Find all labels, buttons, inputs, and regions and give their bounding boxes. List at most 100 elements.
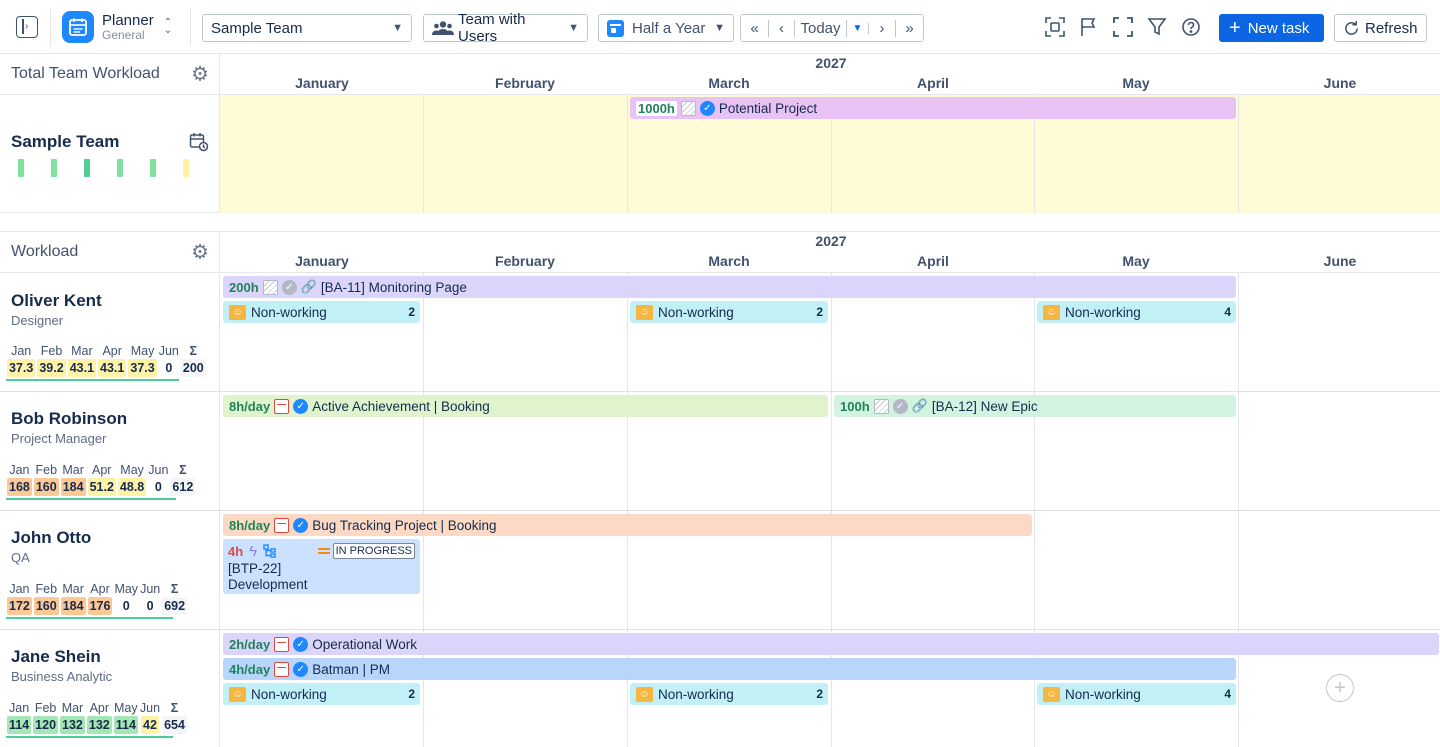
workload-value: 43.1: [67, 359, 97, 377]
non-working-count: 2: [408, 687, 415, 701]
today-dropdown-button[interactable]: ▼: [847, 22, 869, 34]
team-load-apr: [117, 159, 123, 177]
filter-button[interactable]: [1145, 15, 1169, 39]
non-working-count: 2: [408, 305, 415, 319]
task-key: [BTP-22]: [228, 561, 282, 576]
workload-section: Workload ⚙ 2027 January February March A…: [0, 231, 1440, 747]
month-abbr: May: [120, 463, 144, 477]
month-abbr: Apr: [90, 582, 110, 596]
refresh-button[interactable]: Refresh: [1334, 14, 1427, 42]
month-abbr: May: [114, 582, 139, 596]
bar-hours: 8h/day: [229, 398, 271, 414]
task-card[interactable]: 4h ϟ IN PROGRESS [BTP-22] Development: [223, 539, 420, 594]
refresh-icon: [1345, 20, 1358, 35]
bar-label: [BA-11] Monitoring Page: [320, 279, 467, 295]
last-period-button[interactable]: »: [896, 20, 923, 37]
planner-switcher[interactable]: Planner General ⌃ ⌄: [62, 11, 172, 43]
view-select-value: Team with Users: [458, 11, 526, 45]
fullscreen-button[interactable]: [1111, 15, 1135, 39]
help-icon: [1182, 18, 1200, 36]
milestones-button[interactable]: [1077, 15, 1101, 39]
period-select[interactable]: Half a Year ▼: [598, 14, 734, 42]
month-abbr: Jun: [140, 582, 161, 596]
non-working-count: 4: [1224, 305, 1231, 319]
task-bar[interactable]: 200h ✓ 🔗 [BA-11] Monitoring Page: [223, 276, 1236, 298]
non-working-bar[interactable]: ☺ Non-working 2: [223, 683, 420, 705]
month-abbr: Jun: [158, 344, 179, 358]
team-select[interactable]: Sample Team ▼: [202, 14, 412, 42]
workload-value: 120: [33, 716, 59, 734]
month-abbr: Mar: [62, 582, 84, 596]
gear-icon[interactable]: ⚙: [191, 240, 209, 265]
non-working-bar[interactable]: ☺ Non-working 2: [223, 301, 420, 323]
bar-label: Operational Work: [312, 636, 417, 652]
workload-value: 0: [165, 361, 173, 375]
date-navigation: « ‹ Today ▼ › »: [740, 14, 924, 42]
team-name: Sample Team: [11, 132, 120, 151]
potential-project-bar[interactable]: 1000h ✓ Potential Project: [630, 97, 1236, 119]
team-calendar-icon[interactable]: [189, 132, 209, 155]
workload-underline: [6, 736, 173, 738]
sigma-label: Σ: [170, 582, 179, 596]
person-name[interactable]: Bob Robinson: [11, 409, 127, 429]
chevron-down-icon: ▼: [714, 22, 725, 34]
chevron-left-icon: ‹: [779, 19, 784, 37]
month-abbr: Jun: [139, 701, 161, 715]
month-label: February: [495, 253, 555, 269]
non-working-count: 2: [816, 687, 823, 701]
team-load-mar: [84, 159, 90, 177]
month-label: May: [1122, 253, 1150, 269]
link-icon: 🔗: [300, 279, 317, 294]
first-period-button[interactable]: «: [741, 19, 769, 37]
workload-value: 176: [87, 597, 113, 615]
person-workload-table: Jan 37.3 Feb 39.2 Mar 43.1 Apr 43.1 May 37.3 …: [6, 343, 207, 377]
add-task-button[interactable]: +: [1326, 674, 1354, 702]
month-abbr: Mar: [71, 344, 93, 358]
epic-icon: [873, 398, 889, 414]
team-workload-title: Total Team Workload: [11, 65, 160, 82]
sidebar-toggle-button[interactable]: ›: [16, 16, 38, 38]
bar-label: Non-working: [251, 304, 327, 320]
non-working-bar[interactable]: ☺ Non-working 4: [1037, 683, 1236, 705]
person-role: Business Analytic: [11, 669, 113, 684]
month-abbr: Apr: [92, 463, 112, 477]
view-select[interactable]: Team with Users ▼: [423, 11, 588, 45]
person-name[interactable]: John Otto: [11, 528, 91, 548]
today-button[interactable]: Today: [795, 19, 847, 37]
help-button[interactable]: [1179, 15, 1203, 39]
non-working-bar[interactable]: ☺ Non-working 2: [630, 301, 828, 323]
non-working-bar[interactable]: ☺ Non-working 2: [630, 683, 828, 705]
gear-icon[interactable]: ⚙: [191, 62, 209, 87]
month-label: February: [495, 75, 555, 91]
booking-icon: [274, 636, 290, 652]
focus-button[interactable]: [1043, 15, 1067, 39]
bar-label: Non-working: [658, 686, 734, 702]
person-name[interactable]: Jane Shein: [11, 647, 101, 667]
bar-label: Non-working: [658, 304, 734, 320]
verified-icon: ✓: [699, 100, 715, 116]
workload-total: 692: [162, 597, 188, 615]
booking-bar[interactable]: 8h/day ✓ Active Achievement | Booking: [223, 395, 828, 417]
prev-period-button[interactable]: ‹: [769, 19, 795, 37]
bar-label: Potential Project: [718, 100, 818, 116]
task-bar[interactable]: 100h ✓ 🔗 [BA-12] New Epic: [834, 395, 1236, 417]
booking-bar[interactable]: 2h/day ✓ Operational Work: [223, 633, 1439, 655]
month-label: March: [708, 253, 750, 269]
non-working-count: 4: [1224, 687, 1231, 701]
booking-icon: [274, 517, 290, 533]
bar-label: Non-working: [1065, 304, 1141, 320]
bar-label: Bug Tracking Project | Booking: [312, 517, 497, 533]
booking-bar[interactable]: 4h/day ✓ Batman | PM: [223, 658, 1236, 680]
period-calendar-icon: [607, 19, 624, 37]
next-period-button[interactable]: ›: [869, 19, 896, 37]
new-task-button[interactable]: + New task: [1219, 14, 1324, 42]
workload-total: 200: [180, 359, 206, 377]
flag-icon: [1081, 18, 1096, 36]
month-label: March: [708, 75, 750, 91]
non-working-bar[interactable]: ☺ Non-working 4: [1037, 301, 1236, 323]
booking-bar[interactable]: 8h/day ✓ Bug Tracking Project | Booking: [223, 514, 1032, 536]
person-name[interactable]: Oliver Kent: [11, 291, 102, 311]
double-chevron-left-icon: «: [750, 19, 759, 37]
calendar-app-icon: [62, 11, 94, 43]
verified-icon: ✓: [892, 398, 908, 414]
